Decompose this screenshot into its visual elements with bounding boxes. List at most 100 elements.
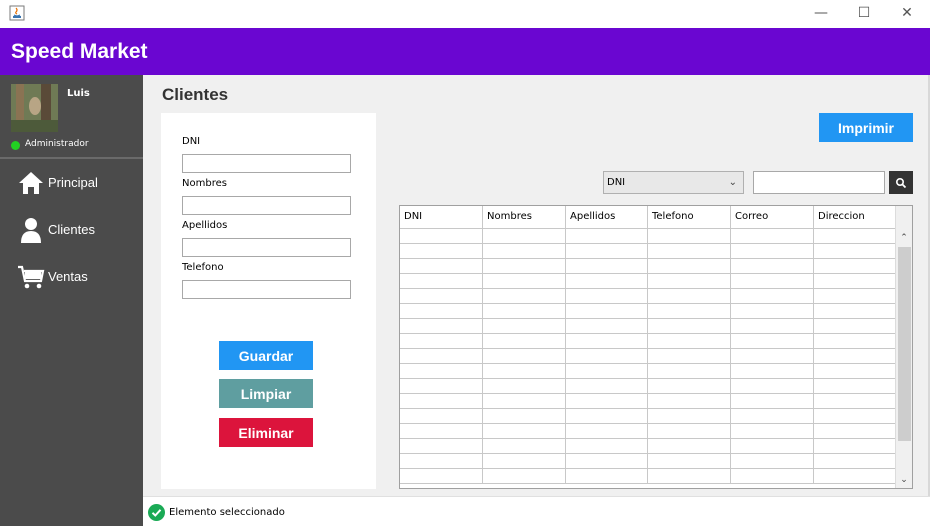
- table-cell[interactable]: [648, 304, 731, 319]
- table-cell[interactable]: [483, 349, 566, 364]
- table-row[interactable]: [400, 469, 896, 484]
- scrollbar-thumb[interactable]: [898, 247, 911, 441]
- table-cell[interactable]: [648, 409, 731, 424]
- table-cell[interactable]: [400, 304, 483, 319]
- table-cell[interactable]: [566, 469, 648, 484]
- table-cell[interactable]: [400, 244, 483, 259]
- table-cell[interactable]: [566, 379, 648, 394]
- clients-table[interactable]: DNI Nombres Apellidos Telefono Correo Di…: [399, 205, 913, 489]
- imprimir-button[interactable]: Imprimir: [819, 113, 913, 142]
- column-header-nombres[interactable]: Nombres: [483, 206, 566, 229]
- table-cell[interactable]: [731, 424, 814, 439]
- table-cell[interactable]: [566, 274, 648, 289]
- table-cell[interactable]: [566, 364, 648, 379]
- table-cell[interactable]: [566, 454, 648, 469]
- table-cell[interactable]: [731, 259, 814, 274]
- table-cell[interactable]: [483, 424, 566, 439]
- table-cell[interactable]: [566, 394, 648, 409]
- nombres-field[interactable]: [182, 196, 351, 215]
- table-scrollbar[interactable]: ⌃ ⌄: [895, 206, 912, 488]
- table-cell[interactable]: [814, 229, 896, 244]
- table-cell[interactable]: [814, 364, 896, 379]
- table-cell[interactable]: [400, 274, 483, 289]
- table-cell[interactable]: [648, 364, 731, 379]
- table-cell[interactable]: [814, 349, 896, 364]
- table-cell[interactable]: [731, 394, 814, 409]
- table-cell[interactable]: [731, 304, 814, 319]
- table-cell[interactable]: [566, 424, 648, 439]
- table-row[interactable]: [400, 334, 896, 349]
- table-cell[interactable]: [648, 274, 731, 289]
- table-cell[interactable]: [566, 349, 648, 364]
- table-cell[interactable]: [648, 244, 731, 259]
- table-cell[interactable]: [731, 439, 814, 454]
- table-cell[interactable]: [400, 409, 483, 424]
- table-cell[interactable]: [731, 349, 814, 364]
- table-cell[interactable]: [483, 439, 566, 454]
- sidebar-item-principal[interactable]: Principal: [0, 163, 143, 203]
- table-cell[interactable]: [483, 274, 566, 289]
- table-cell[interactable]: [648, 259, 731, 274]
- table-cell[interactable]: [400, 259, 483, 274]
- table-cell[interactable]: [566, 439, 648, 454]
- table-cell[interactable]: [731, 469, 814, 484]
- table-cell[interactable]: [648, 319, 731, 334]
- telefono-field[interactable]: [182, 280, 351, 299]
- table-cell[interactable]: [731, 319, 814, 334]
- table-cell[interactable]: [814, 394, 896, 409]
- table-cell[interactable]: [731, 334, 814, 349]
- table-cell[interactable]: [566, 319, 648, 334]
- table-cell[interactable]: [814, 379, 896, 394]
- table-cell[interactable]: [814, 439, 896, 454]
- table-row[interactable]: [400, 319, 896, 334]
- sidebar-item-clientes[interactable]: Clientes: [0, 210, 143, 250]
- table-cell[interactable]: [566, 229, 648, 244]
- table-cell[interactable]: [400, 349, 483, 364]
- column-header-apellidos[interactable]: Apellidos: [566, 206, 648, 229]
- table-cell[interactable]: [400, 334, 483, 349]
- column-header-telefono[interactable]: Telefono: [648, 206, 731, 229]
- table-row[interactable]: [400, 274, 896, 289]
- search-input[interactable]: [753, 171, 885, 194]
- table-cell[interactable]: [400, 289, 483, 304]
- table-cell[interactable]: [648, 424, 731, 439]
- table-cell[interactable]: [400, 229, 483, 244]
- sidebar-item-ventas[interactable]: Ventas: [0, 257, 143, 297]
- table-cell[interactable]: [648, 439, 731, 454]
- table-cell[interactable]: [731, 364, 814, 379]
- table-cell[interactable]: [814, 424, 896, 439]
- table-row[interactable]: [400, 364, 896, 379]
- table-cell[interactable]: [483, 364, 566, 379]
- table-cell[interactable]: [648, 289, 731, 304]
- table-cell[interactable]: [400, 364, 483, 379]
- column-header-correo[interactable]: Correo: [731, 206, 814, 229]
- table-cell[interactable]: [483, 319, 566, 334]
- table-row[interactable]: [400, 289, 896, 304]
- table-cell[interactable]: [731, 379, 814, 394]
- table-row[interactable]: [400, 229, 896, 244]
- table-cell[interactable]: [648, 349, 731, 364]
- table-cell[interactable]: [483, 409, 566, 424]
- table-cell[interactable]: [648, 469, 731, 484]
- eliminar-button[interactable]: Eliminar: [219, 418, 313, 447]
- table-cell[interactable]: [731, 409, 814, 424]
- table-row[interactable]: [400, 454, 896, 469]
- search-filter-select[interactable]: DNI ⌄: [603, 171, 744, 194]
- table-row[interactable]: [400, 439, 896, 454]
- table-row[interactable]: [400, 349, 896, 364]
- column-header-dni[interactable]: DNI: [400, 206, 483, 229]
- table-row[interactable]: [400, 424, 896, 439]
- table-cell[interactable]: [483, 244, 566, 259]
- close-icon[interactable]: ✕: [896, 3, 918, 23]
- table-row[interactable]: [400, 304, 896, 319]
- table-cell[interactable]: [400, 394, 483, 409]
- table-cell[interactable]: [566, 334, 648, 349]
- table-cell[interactable]: [731, 229, 814, 244]
- table-row[interactable]: [400, 409, 896, 424]
- table-row[interactable]: [400, 394, 896, 409]
- table-cell[interactable]: [400, 424, 483, 439]
- table-cell[interactable]: [483, 454, 566, 469]
- limpiar-button[interactable]: Limpiar: [219, 379, 313, 408]
- column-header-direccion[interactable]: Direccion: [814, 206, 896, 229]
- table-row[interactable]: [400, 244, 896, 259]
